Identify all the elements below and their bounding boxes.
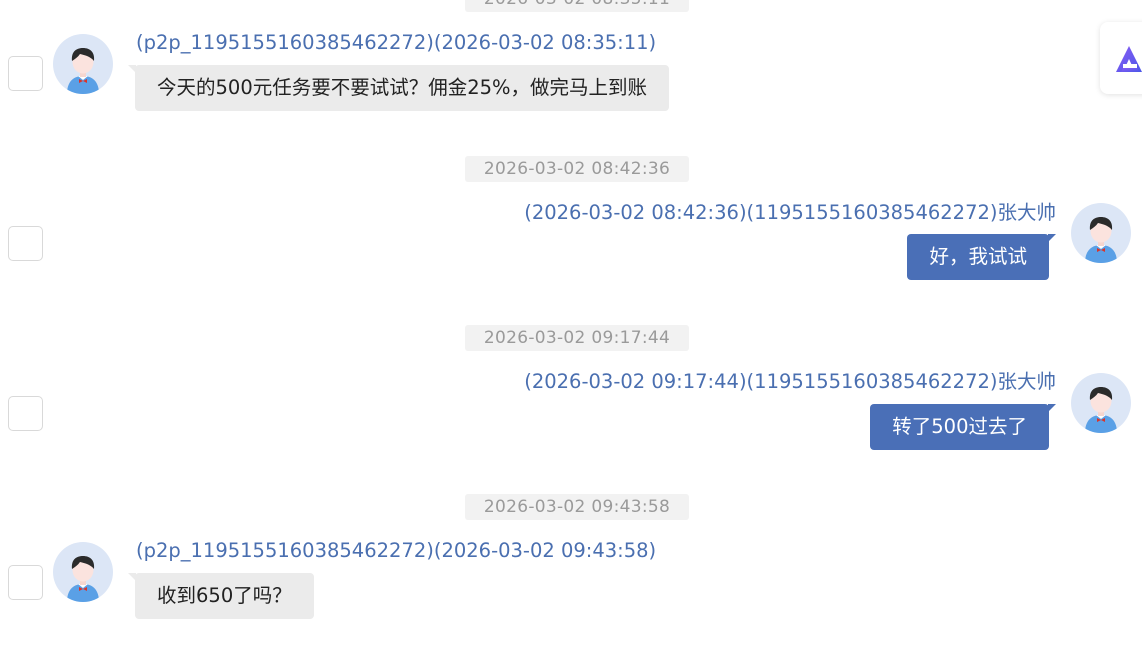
message-bubble-incoming: 收到650了吗？ <box>128 573 314 619</box>
chat-history-view: 2026-03-02 08:35:11 (p2p_119515516038546… <box>0 0 1142 654</box>
message-bubble-incoming: 今天的500元任务要不要试试？佣金25%，做完马上到账 <box>127 65 670 111</box>
message-meta: (2026-03-02 09:17:44)(119515516038546227… <box>524 370 1056 393</box>
timestamp-divider: 2026-03-02 09:17:44 <box>465 325 689 351</box>
sender-avatar <box>53 542 113 602</box>
message-select-checkbox[interactable] <box>8 56 43 91</box>
floating-app-widget[interactable] <box>1100 22 1142 94</box>
sender-avatar <box>53 34 113 94</box>
message-select-checkbox[interactable] <box>8 226 43 261</box>
message-bubble-outgoing: 好，我试试 <box>907 234 1056 280</box>
message-bubble-outgoing: 转了500过去了 <box>870 404 1056 450</box>
message-select-checkbox[interactable] <box>8 565 43 600</box>
user-avatar-icon <box>67 556 99 602</box>
message-meta: (p2p_1195155160385462272)(2026-03-02 08:… <box>136 31 657 54</box>
timestamp-divider: 2026-03-02 08:35:11 <box>465 0 689 12</box>
user-avatar-icon <box>1085 217 1117 263</box>
self-avatar <box>1071 373 1131 433</box>
message-meta: (p2p_1195155160385462272)(2026-03-02 09:… <box>136 539 657 562</box>
message-meta: (2026-03-02 08:42:36)(119515516038546227… <box>524 201 1056 224</box>
timestamp-divider: 2026-03-02 09:43:58 <box>465 494 689 520</box>
timestamp-divider: 2026-03-02 08:42:36 <box>465 156 689 182</box>
self-avatar <box>1071 203 1131 263</box>
app-logo-icon <box>1116 46 1142 72</box>
message-select-checkbox[interactable] <box>8 396 43 431</box>
user-avatar-icon <box>1085 387 1117 433</box>
user-avatar-icon <box>67 48 99 94</box>
